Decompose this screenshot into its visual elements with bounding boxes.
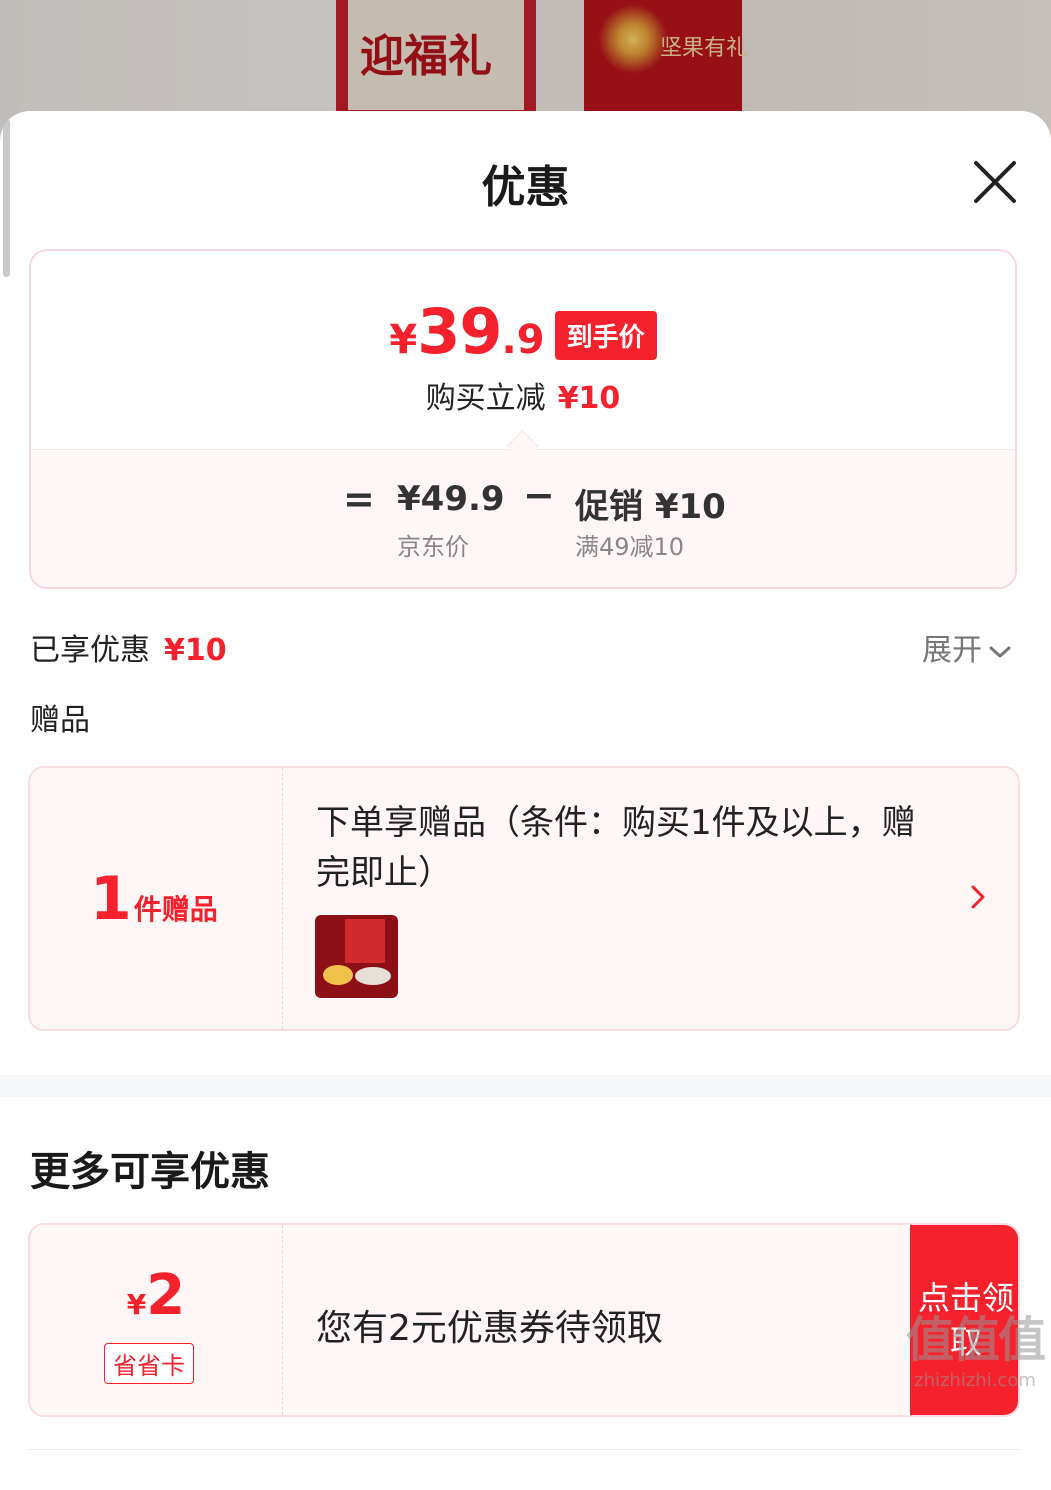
minus-sign: − [523,473,555,517]
final-price-integer: 39 [417,295,502,368]
coupon-currency: ¥ [126,1288,147,1321]
gift-count-number: 1 [90,864,132,934]
close-icon[interactable] [968,155,1022,209]
price-calculation-area [31,449,1015,587]
expand-button[interactable]: 展开 [922,625,1012,669]
jd-price-label: 京东价 [397,533,469,561]
chevron-down-icon[interactable] [988,644,1012,660]
promo-label: 满49减10 [575,533,685,561]
expand-label[interactable]: 展开 [922,633,982,668]
equals-sign: = [343,477,375,521]
gift-thumbnail-box [345,919,385,963]
bottom-divider [28,1449,1020,1450]
promo-value: 促销 ¥10 [575,487,726,527]
gift-thumbnail[interactable] [315,915,398,998]
coupon-amount-panel: ¥2 省省卡 [30,1225,283,1415]
gift-card[interactable]: 1件赠品 下单享赠品（条件：购买1件及以上，赠完即止） [28,766,1020,1031]
coupon-card: ¥2 省省卡 您有2元优惠券待领取 点击领取 [28,1223,1020,1417]
coupon-amount-number: 2 [146,1263,186,1328]
section-divider [0,1075,1051,1097]
enjoyed-discount-row: 已享优惠 ¥10 [30,625,227,669]
instant-reduction-label: 购买立减 [425,381,546,416]
final-price: ¥39.9 [389,295,544,368]
site-watermark: 值值值 zhizhizhi.com [900,1300,1050,1391]
jd-price-value: ¥49.9 [397,479,505,519]
gift-count-panel: 1件赠品 [30,768,283,1029]
enjoyed-discount-label: 已享优惠 [30,633,150,668]
instant-reduction-row: 购买立减 ¥10 [31,373,1015,417]
final-price-row: ¥39.9 到手价 [31,295,1015,368]
final-price-tag: 到手价 [554,311,657,360]
watermark-url: zhizhizhi.com [914,1370,1036,1391]
gift-thumbnail-bowl [355,967,391,985]
coupon-amount: ¥2 [30,1263,282,1328]
final-price-card: ¥39.9 到手价 购买立减 ¥10 = ¥49.9 京东价 − 促销 ¥10 满4… [29,249,1017,589]
close-button[interactable] [968,155,1022,209]
gift-count-unit: 件赠品 [133,893,218,926]
coupon-badge: 省省卡 [104,1343,194,1384]
gift-description: 下单享赠品（条件：购买1件及以上，赠完即止） [316,803,916,893]
sheet-title: 优惠 [481,162,570,213]
discount-sheet: 优惠 ¥39.9 到手价 购买立减 ¥10 = ¥49.9 京东价 − 促销 ¥10… [0,111,1051,1490]
gift-count: 1件赠品 [90,864,218,934]
instant-reduction-amount: ¥10 [557,381,621,416]
final-price-currency: ¥ [389,317,418,363]
gift-section-label: 赠品 [30,703,90,738]
coupon-description: 您有2元优惠券待领取 [316,1308,663,1349]
enjoyed-discount-amount: ¥10 [164,633,227,668]
more-discounts-title: 更多可享优惠 [30,1149,270,1195]
final-price-decimal: .9 [501,317,545,363]
chevron-right-icon[interactable] [968,882,988,916]
gift-thumbnail-nuts [323,965,353,985]
watermark-logo: 值值值 [905,1312,1046,1368]
